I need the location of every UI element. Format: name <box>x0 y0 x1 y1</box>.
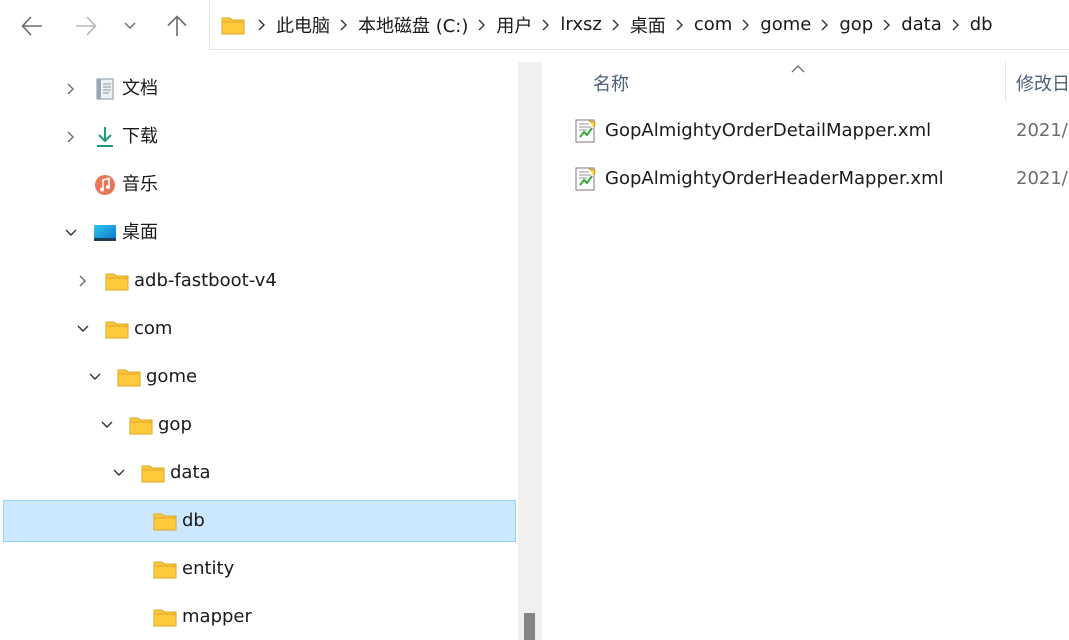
tree-item-label: 文档 <box>122 78 158 99</box>
chevron-right-icon[interactable] <box>61 79 81 99</box>
music-icon <box>93 173 117 197</box>
file-row[interactable]: GopAlmightyOrderHeaderMapper.xml 2021/ <box>542 158 1069 202</box>
breadcrumb-item[interactable]: lrxsz <box>557 14 604 35</box>
tree-item-folder[interactable]: data <box>3 452 516 494</box>
folder-icon <box>153 605 177 629</box>
breadcrumb-separator[interactable] <box>605 15 627 35</box>
tree-item-label: db <box>182 510 205 531</box>
breadcrumb-item[interactable]: 桌面 <box>627 12 669 38</box>
tree-item-folder-selected[interactable]: db <box>3 500 516 542</box>
file-row[interactable]: GopAlmightyOrderDetailMapper.xml 2021/ <box>542 110 1069 154</box>
chevron-down-icon[interactable] <box>85 367 105 387</box>
tree-item-label: 桌面 <box>122 222 158 243</box>
file-date: 2021/ <box>1016 168 1068 189</box>
file-list: 名称 修改日 GopAlmightyOrderDetailMapper.xml … <box>542 62 1069 640</box>
tree-item-folder[interactable]: adb-fastboot-v4 <box>3 260 516 302</box>
tree-item-label: data <box>170 462 211 483</box>
file-name: GopAlmightyOrderDetailMapper.xml <box>605 120 932 141</box>
address-bar[interactable]: 此电脑 本地磁盘 (C:) 用户 lrxsz 桌面 com gome gop d… <box>209 0 1069 50</box>
recent-locations-button[interactable] <box>110 6 150 46</box>
folder-icon <box>153 509 177 533</box>
tree-item-folder[interactable]: gop <box>3 404 516 446</box>
scrollbar-thumb[interactable] <box>524 613 535 640</box>
up-button[interactable] <box>157 6 197 46</box>
chevron-down-icon[interactable] <box>73 319 93 339</box>
breadcrumb-item[interactable]: 用户 <box>493 12 535 38</box>
folder-icon <box>117 365 141 389</box>
tree-item-music[interactable]: 音乐 <box>3 164 516 206</box>
folder-icon <box>105 317 129 341</box>
breadcrumb-separator[interactable] <box>945 15 967 35</box>
arrow-up-icon <box>167 15 187 37</box>
folder-icon <box>141 461 165 485</box>
xml-file-icon <box>574 119 598 143</box>
tree-item-label: adb-fastboot-v4 <box>134 270 277 291</box>
file-date: 2021/ <box>1016 120 1068 141</box>
tree-item-folder[interactable]: mapper <box>3 596 516 638</box>
arrow-left-icon <box>21 16 43 36</box>
breadcrumb-item[interactable]: 此电脑 <box>273 12 333 38</box>
tree-item-label: gop <box>158 414 192 435</box>
tree-item-label: mapper <box>182 606 252 627</box>
tree-item-folder[interactable]: entity <box>3 548 516 590</box>
tree-item-label: 音乐 <box>122 174 158 195</box>
tree-item-documents[interactable]: 文档 <box>3 68 516 110</box>
breadcrumb-separator[interactable] <box>251 15 273 35</box>
breadcrumb-separator[interactable] <box>471 15 493 35</box>
navigation-pane: 文档 下载 音乐 桌面 adb-fastboot-v4 com gome gop… <box>0 62 518 640</box>
xml-file-icon <box>574 167 598 191</box>
breadcrumb-separator[interactable] <box>814 15 836 35</box>
desktop-icon <box>93 221 117 245</box>
navigation-scrollbar[interactable] <box>518 62 542 640</box>
column-header-date-modified[interactable]: 修改日 <box>1016 70 1069 96</box>
chevron-right-icon[interactable] <box>73 271 93 291</box>
download-icon <box>93 125 117 149</box>
tree-item-label: 下载 <box>122 126 158 147</box>
arrow-right-icon <box>75 16 97 36</box>
breadcrumb-separator[interactable] <box>735 15 757 35</box>
chevron-down-icon[interactable] <box>61 223 81 243</box>
chevron-right-icon[interactable] <box>61 127 81 147</box>
forward-button[interactable] <box>66 6 106 46</box>
back-button[interactable] <box>12 6 52 46</box>
breadcrumb-separator[interactable] <box>669 15 691 35</box>
tree-item-label: com <box>134 318 173 339</box>
breadcrumb-item[interactable]: data <box>898 14 945 35</box>
breadcrumb-item[interactable]: db <box>967 14 996 35</box>
navigation-bar: 此电脑 本地磁盘 (C:) 用户 lrxsz 桌面 com gome gop d… <box>0 0 1069 52</box>
breadcrumb-separator[interactable] <box>333 15 355 35</box>
folder-icon <box>153 557 177 581</box>
breadcrumb-item[interactable]: gome <box>757 14 814 35</box>
chevron-down-icon <box>124 22 136 30</box>
tree-item-downloads[interactable]: 下载 <box>3 116 516 158</box>
sort-ascending-icon <box>791 58 805 73</box>
breadcrumb-item[interactable]: gop <box>836 14 876 35</box>
chevron-down-icon[interactable] <box>97 415 117 435</box>
tree-item-folder[interactable]: gome <box>3 356 516 398</box>
tree-item-label: entity <box>182 558 235 579</box>
column-header-name[interactable]: 名称 <box>593 70 629 96</box>
tree-item-desktop[interactable]: 桌面 <box>3 212 516 254</box>
file-name: GopAlmightyOrderHeaderMapper.xml <box>605 168 944 189</box>
folder-icon <box>129 413 153 437</box>
breadcrumb-item[interactable]: com <box>691 14 735 35</box>
document-icon <box>93 77 117 101</box>
breadcrumb-separator[interactable] <box>535 15 557 35</box>
tree-item-folder[interactable]: com <box>3 308 516 350</box>
chevron-down-icon[interactable] <box>109 463 129 483</box>
breadcrumb-item[interactable]: 本地磁盘 (C:) <box>355 12 471 38</box>
folder-icon <box>105 269 129 293</box>
column-divider[interactable] <box>1005 62 1006 102</box>
tree-item-label: gome <box>146 366 198 387</box>
folder-icon <box>221 15 245 35</box>
breadcrumb-separator[interactable] <box>876 15 898 35</box>
